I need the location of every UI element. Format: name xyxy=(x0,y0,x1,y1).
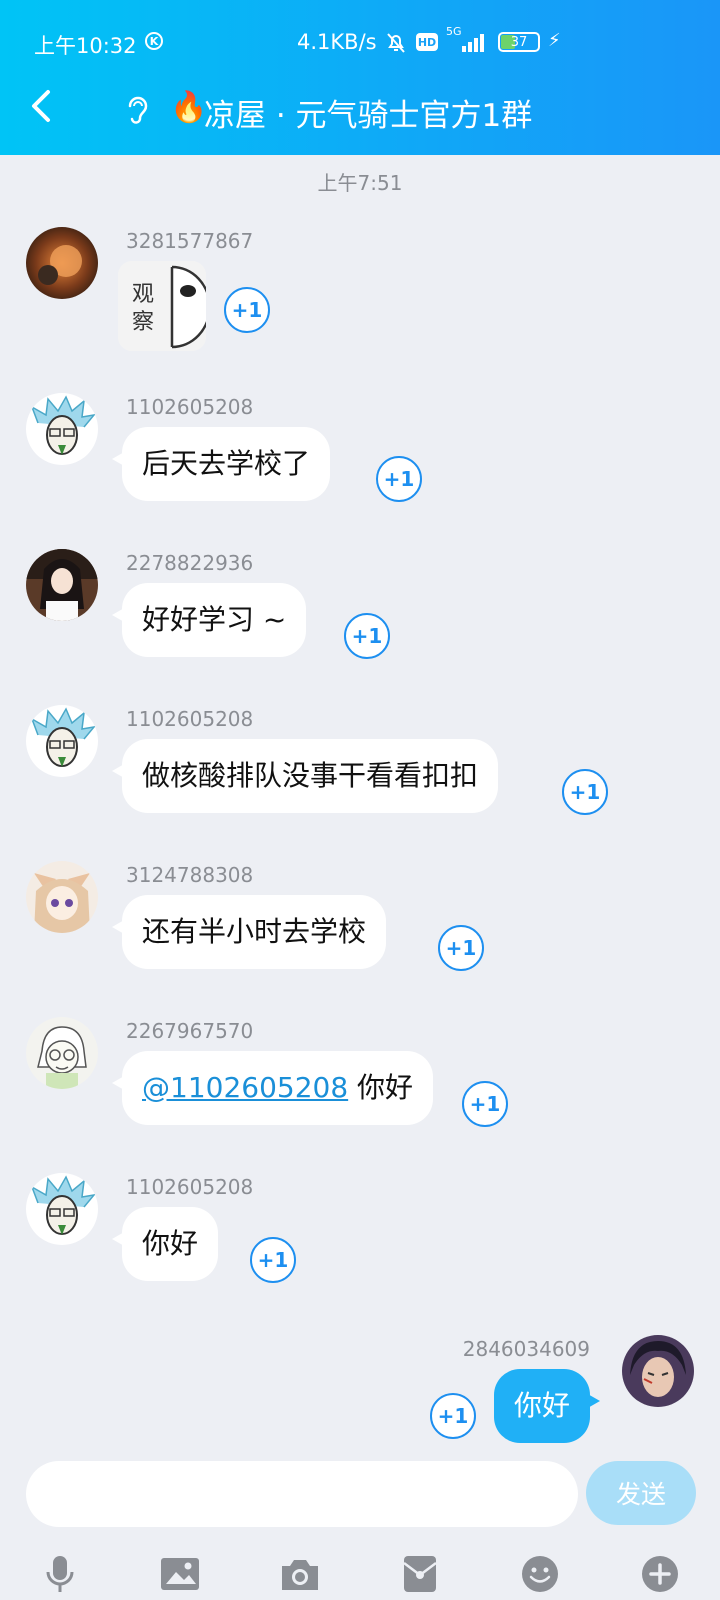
hd-icon: HD xyxy=(416,33,438,51)
plus-icon[interactable] xyxy=(636,1550,684,1598)
k-badge-icon: K xyxy=(145,32,163,50)
send-button[interactable]: 发送 xyxy=(586,1461,696,1525)
camera-icon[interactable] xyxy=(276,1550,324,1598)
avatar[interactable] xyxy=(26,861,98,933)
message-bubble[interactable]: 你好 xyxy=(493,1369,601,1443)
message-bubble[interactable]: 后天去学校了 xyxy=(111,427,331,501)
signal-icon xyxy=(462,32,490,52)
chat-area[interactable]: 上午7:51 3281577867 观察 +1 1102605208 后天去学校… xyxy=(0,155,720,1445)
message-text: 你好 xyxy=(348,1071,414,1104)
sender-id: 2846034609 xyxy=(462,1337,590,1361)
bell-off-icon xyxy=(384,30,408,59)
sender-id: 3124788308 xyxy=(126,863,254,887)
plus-one-button[interactable]: +1 xyxy=(376,456,422,502)
sender-id: 1102605208 xyxy=(126,395,254,419)
input-bar: 发送 xyxy=(0,1445,720,1600)
header: 上午10:32 K 4.1KB/s HD 5G 37 ⚡ 🔥 凉屋 · 元气骑士… xyxy=(0,0,720,155)
avatar[interactable] xyxy=(622,1335,694,1407)
plus-one-button[interactable]: +1 xyxy=(438,925,484,971)
battery-icon: 37 xyxy=(498,32,540,52)
mention-link[interactable]: @1102605208 xyxy=(142,1071,348,1104)
ear-icon[interactable] xyxy=(124,94,150,131)
input-toolbar xyxy=(0,1550,720,1600)
message-input[interactable] xyxy=(26,1461,578,1527)
sender-id: 1102605208 xyxy=(126,1175,254,1199)
network-speed: 4.1KB/s xyxy=(297,30,377,54)
fire-icon: 🔥 xyxy=(170,90,208,125)
status-time: 上午10:32 xyxy=(34,34,137,58)
emoji-icon[interactable] xyxy=(516,1550,564,1598)
avatar[interactable] xyxy=(26,705,98,777)
plus-one-button[interactable]: +1 xyxy=(250,1237,296,1283)
plus-one-button[interactable]: +1 xyxy=(462,1081,508,1127)
plus-one-button[interactable]: +1 xyxy=(562,769,608,815)
back-button[interactable] xyxy=(26,86,66,130)
plus-one-button[interactable]: +1 xyxy=(224,287,270,333)
sticker-image[interactable]: 观察 xyxy=(118,261,206,351)
avatar[interactable] xyxy=(26,393,98,465)
network-type: 5G xyxy=(446,25,462,38)
page-title: 凉屋 · 元气骑士官方1群 xyxy=(204,98,533,134)
image-icon[interactable] xyxy=(156,1550,204,1598)
status-bar: 上午10:32 K 4.1KB/s HD 5G 37 ⚡ xyxy=(0,0,720,84)
avatar[interactable] xyxy=(26,1017,98,1089)
sender-id: 2278822936 xyxy=(126,551,254,575)
charging-icon: ⚡ xyxy=(548,30,561,51)
red-packet-icon[interactable] xyxy=(396,1550,444,1598)
message-bubble[interactable]: 做核酸排队没事干看看扣扣 xyxy=(111,739,499,813)
battery-level: 37 xyxy=(510,34,528,50)
message-bubble[interactable]: 好好学习 ~ xyxy=(111,583,307,657)
sender-id: 2267967570 xyxy=(126,1019,254,1043)
message-time: 上午7:51 xyxy=(317,171,403,195)
microphone-icon[interactable] xyxy=(36,1550,84,1598)
sender-id: 3281577867 xyxy=(126,229,254,253)
plus-one-button[interactable]: +1 xyxy=(344,613,390,659)
avatar[interactable] xyxy=(26,227,98,299)
avatar[interactable] xyxy=(26,549,98,621)
message-bubble[interactable]: 还有半小时去学校 xyxy=(111,895,387,969)
sender-id: 1102605208 xyxy=(126,707,254,731)
plus-one-button[interactable]: +1 xyxy=(430,1393,476,1439)
message-bubble[interactable]: 你好 xyxy=(111,1207,219,1281)
message-bubble[interactable]: @1102605208 你好 xyxy=(111,1051,434,1125)
sticker-text: 观察 xyxy=(132,282,155,335)
avatar[interactable] xyxy=(26,1173,98,1245)
